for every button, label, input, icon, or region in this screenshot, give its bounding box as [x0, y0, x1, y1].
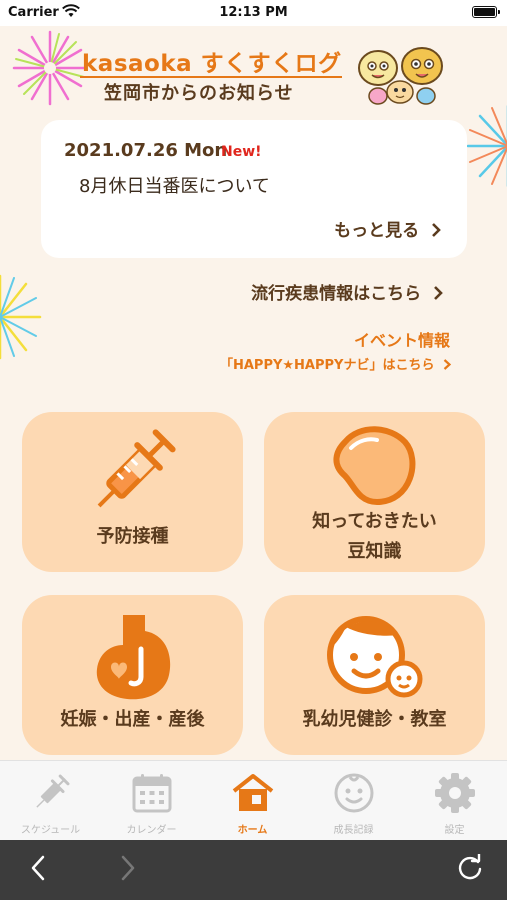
more-label: もっと見る: [334, 221, 420, 241]
more-button[interactable]: もっと見る: [334, 216, 441, 241]
status-bar: Carrier 12:13 PM: [0, 0, 507, 26]
logo-underline: [80, 76, 342, 78]
tile-checkups[interactable]: 乳幼児健診・教室: [264, 595, 485, 755]
tab-label: 設定: [444, 825, 465, 836]
tile-label: 知っておきたい: [312, 511, 437, 532]
tab-growth[interactable]: 成長記録: [303, 761, 404, 841]
pregnancy-icon: [22, 605, 243, 705]
syringe-icon: [22, 422, 243, 522]
happy-navi-link[interactable]: 「HAPPY★HAPPYナビ」はこちら: [219, 354, 452, 373]
parent-child-icon: [264, 605, 485, 705]
news-date: 2021.07.26 Mon: [64, 140, 228, 161]
tab-calendar[interactable]: カレンダー: [101, 761, 202, 841]
back-button[interactable]: [22, 854, 54, 886]
tab-label: 成長記録: [333, 825, 374, 836]
clock: 12:13 PM: [219, 5, 288, 20]
chevron-right-icon: [120, 855, 136, 885]
news-card[interactable]: 2021.07.26 Mon New! 8月休日当番医について もっと見る: [41, 120, 467, 258]
new-badge: New!: [221, 144, 262, 160]
reload-button[interactable]: [454, 852, 486, 886]
tab-schedule[interactable]: スケジュール: [0, 761, 101, 841]
disease-info-label: 流行疾患情報はこちら: [251, 284, 422, 304]
chevron-right-icon: [425, 221, 441, 241]
firework-decoration-icon: [0, 274, 42, 360]
battery-icon: [472, 6, 500, 18]
tile-label: 予防接種: [96, 526, 169, 547]
tab-label: スケジュール: [20, 825, 81, 836]
tile-vaccination[interactable]: 予防接種: [22, 412, 243, 572]
chevron-right-icon: [427, 284, 443, 304]
reload-icon: [456, 852, 484, 886]
tab-settings[interactable]: 設定: [404, 761, 505, 841]
tile-tips[interactable]: 知っておきたい 豆知識: [264, 412, 485, 572]
tab-label: ホーム: [237, 825, 268, 836]
app-logo-title: kasaoka すくすくログ: [82, 51, 342, 77]
app-header: kasaoka すくすくログ 笠岡市からのお知らせ: [0, 26, 507, 110]
browser-toolbar: [0, 840, 507, 900]
chevron-left-icon: [30, 855, 46, 885]
happy-navi-label: 「HAPPY★HAPPYナビ」はこちら: [219, 358, 435, 373]
disease-info-link[interactable]: 流行疾患情報はこちら: [251, 279, 443, 304]
tab-label: カレンダー: [126, 825, 177, 836]
forward-button[interactable]: [112, 854, 144, 886]
tile-label-line2: 豆知識: [347, 541, 402, 562]
tile-pregnancy[interactable]: 妊娠・出産・産後: [22, 595, 243, 755]
tile-label: 妊娠・出産・産後: [60, 709, 205, 730]
tile-label: 乳幼児健診・教室: [302, 709, 447, 730]
firework-decoration-icon: [12, 30, 88, 106]
app-logo-subtitle: 笠岡市からのお知らせ: [104, 83, 294, 104]
mascot-characters-icon: [358, 47, 443, 105]
baby-face-icon: [303, 771, 404, 815]
chevron-right-icon: [439, 358, 452, 373]
calendar-icon: [101, 771, 202, 815]
news-title-link[interactable]: 8月休日当番医について: [79, 172, 270, 198]
syringe-icon: [0, 771, 101, 815]
home-icon: [202, 771, 303, 815]
tab-home[interactable]: ホーム: [202, 761, 303, 841]
tab-bar: スケジュール カレンダー ホーム 成長記録 設定: [0, 760, 507, 840]
event-info-title: イベント情報: [353, 331, 450, 350]
gear-icon: [404, 771, 505, 815]
